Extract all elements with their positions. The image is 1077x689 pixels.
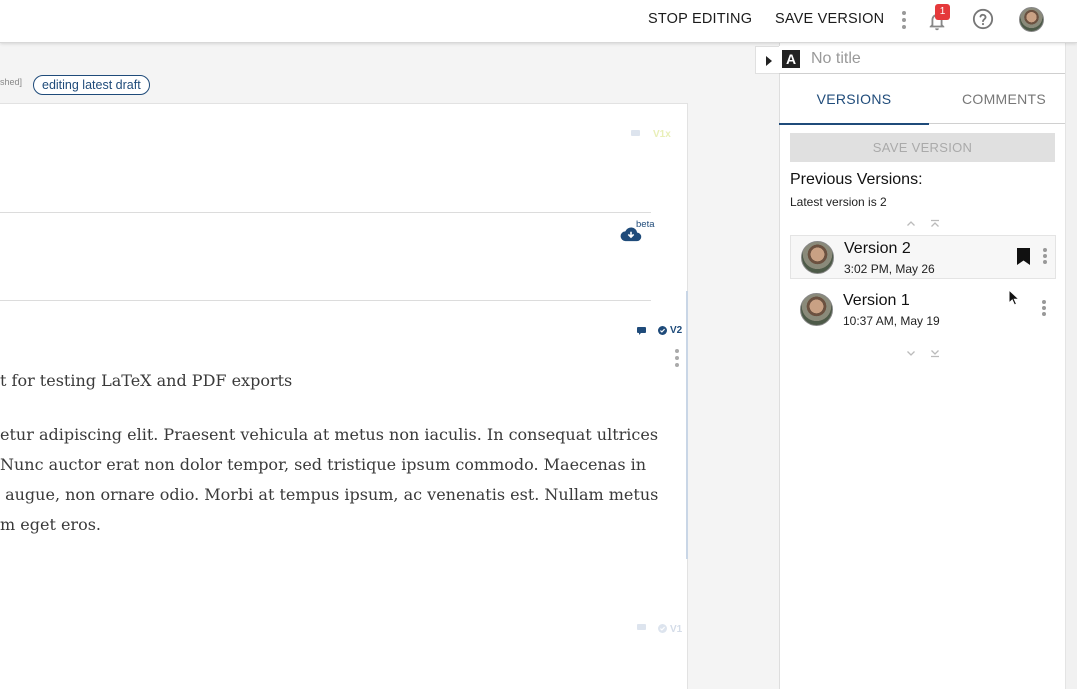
chevron-up-icon[interactable]	[906, 219, 916, 229]
tab-comments[interactable]: COMMENTS	[929, 78, 1077, 124]
mouse-cursor-icon	[1008, 289, 1020, 306]
top-bar: STOP EDITING SAVE VERSION 1	[0, 0, 1077, 43]
save-version-disabled-button[interactable]: SAVE VERSION	[790, 133, 1055, 162]
user-avatar[interactable]	[1019, 7, 1044, 32]
text-style-icon: A	[782, 50, 800, 68]
block-options-icon[interactable]	[675, 349, 679, 367]
author-avatar	[800, 293, 833, 326]
tab-versions[interactable]: VERSIONS	[779, 78, 929, 125]
version-time: 3:02 PM, May 26	[844, 262, 935, 276]
document-paragraph[interactable]: etur adipiscing elit. Praesent vehicula …	[0, 420, 658, 540]
title-input[interactable]	[811, 50, 1041, 68]
comment-icon[interactable]	[631, 130, 640, 138]
save-version-button[interactable]: SAVE VERSION	[775, 11, 884, 27]
version-label-v1: V1	[670, 624, 683, 635]
publish-status: shed]	[0, 77, 23, 87]
panel-toggle-button[interactable]	[755, 46, 779, 74]
check-circle-icon	[658, 326, 667, 335]
version-name: Version 2	[844, 240, 911, 257]
block-divider	[0, 300, 651, 301]
more-options-icon[interactable]	[902, 11, 906, 29]
document-area: shed] editing latest draft V1x beta V2 V…	[0, 43, 779, 689]
paragraph-line: etur adipiscing elit. Praesent vehicula …	[0, 425, 659, 444]
paragraph-line: augue, non ornare odio. Morbi at tempus …	[0, 485, 659, 504]
previous-versions-title: Previous Versions:	[790, 171, 923, 188]
comment-icon[interactable]	[637, 327, 646, 335]
version-options-icon[interactable]	[1042, 300, 1046, 318]
document-heading[interactable]: t for testing LaTeX and PDF exports	[0, 371, 292, 390]
paragraph-line: Nunc auctor erat non dolor tempor, sed t…	[0, 455, 647, 474]
notification-badge: 1	[935, 4, 950, 20]
version-time: 10:37 AM, May 19	[843, 314, 940, 328]
check-circle-icon	[658, 624, 667, 633]
active-block-indicator	[686, 291, 688, 559]
stop-editing-button[interactable]: STOP EDITING	[648, 11, 752, 27]
chevron-last-icon[interactable]	[930, 348, 940, 358]
document-page: V1x beta V2 V1	[0, 103, 688, 689]
version-options-icon[interactable]	[1043, 248, 1047, 266]
beta-label: beta	[636, 219, 655, 230]
title-row: A	[779, 46, 1065, 74]
paragraph-line: m eget eros.	[0, 515, 101, 534]
latest-version-text: Latest version is 2	[790, 195, 887, 209]
chevron-down-icon[interactable]	[906, 348, 916, 358]
help-icon[interactable]	[972, 8, 994, 30]
editing-draft-pill: editing latest draft	[33, 75, 150, 95]
author-avatar	[801, 241, 834, 274]
comment-icon[interactable]	[637, 624, 646, 632]
chevron-first-icon[interactable]	[930, 219, 940, 229]
version-name: Version 1	[843, 292, 910, 309]
block-divider	[0, 212, 651, 213]
version-row[interactable]: Version 2 3:02 PM, May 26	[790, 235, 1056, 279]
panel-tabs: VERSIONS COMMENTS	[779, 78, 1065, 125]
version-label-v2: V2	[670, 325, 683, 336]
version-label-faded: V1x	[653, 129, 671, 140]
scrollbar[interactable]	[1065, 43, 1077, 689]
bookmark-icon[interactable]	[1017, 248, 1030, 265]
